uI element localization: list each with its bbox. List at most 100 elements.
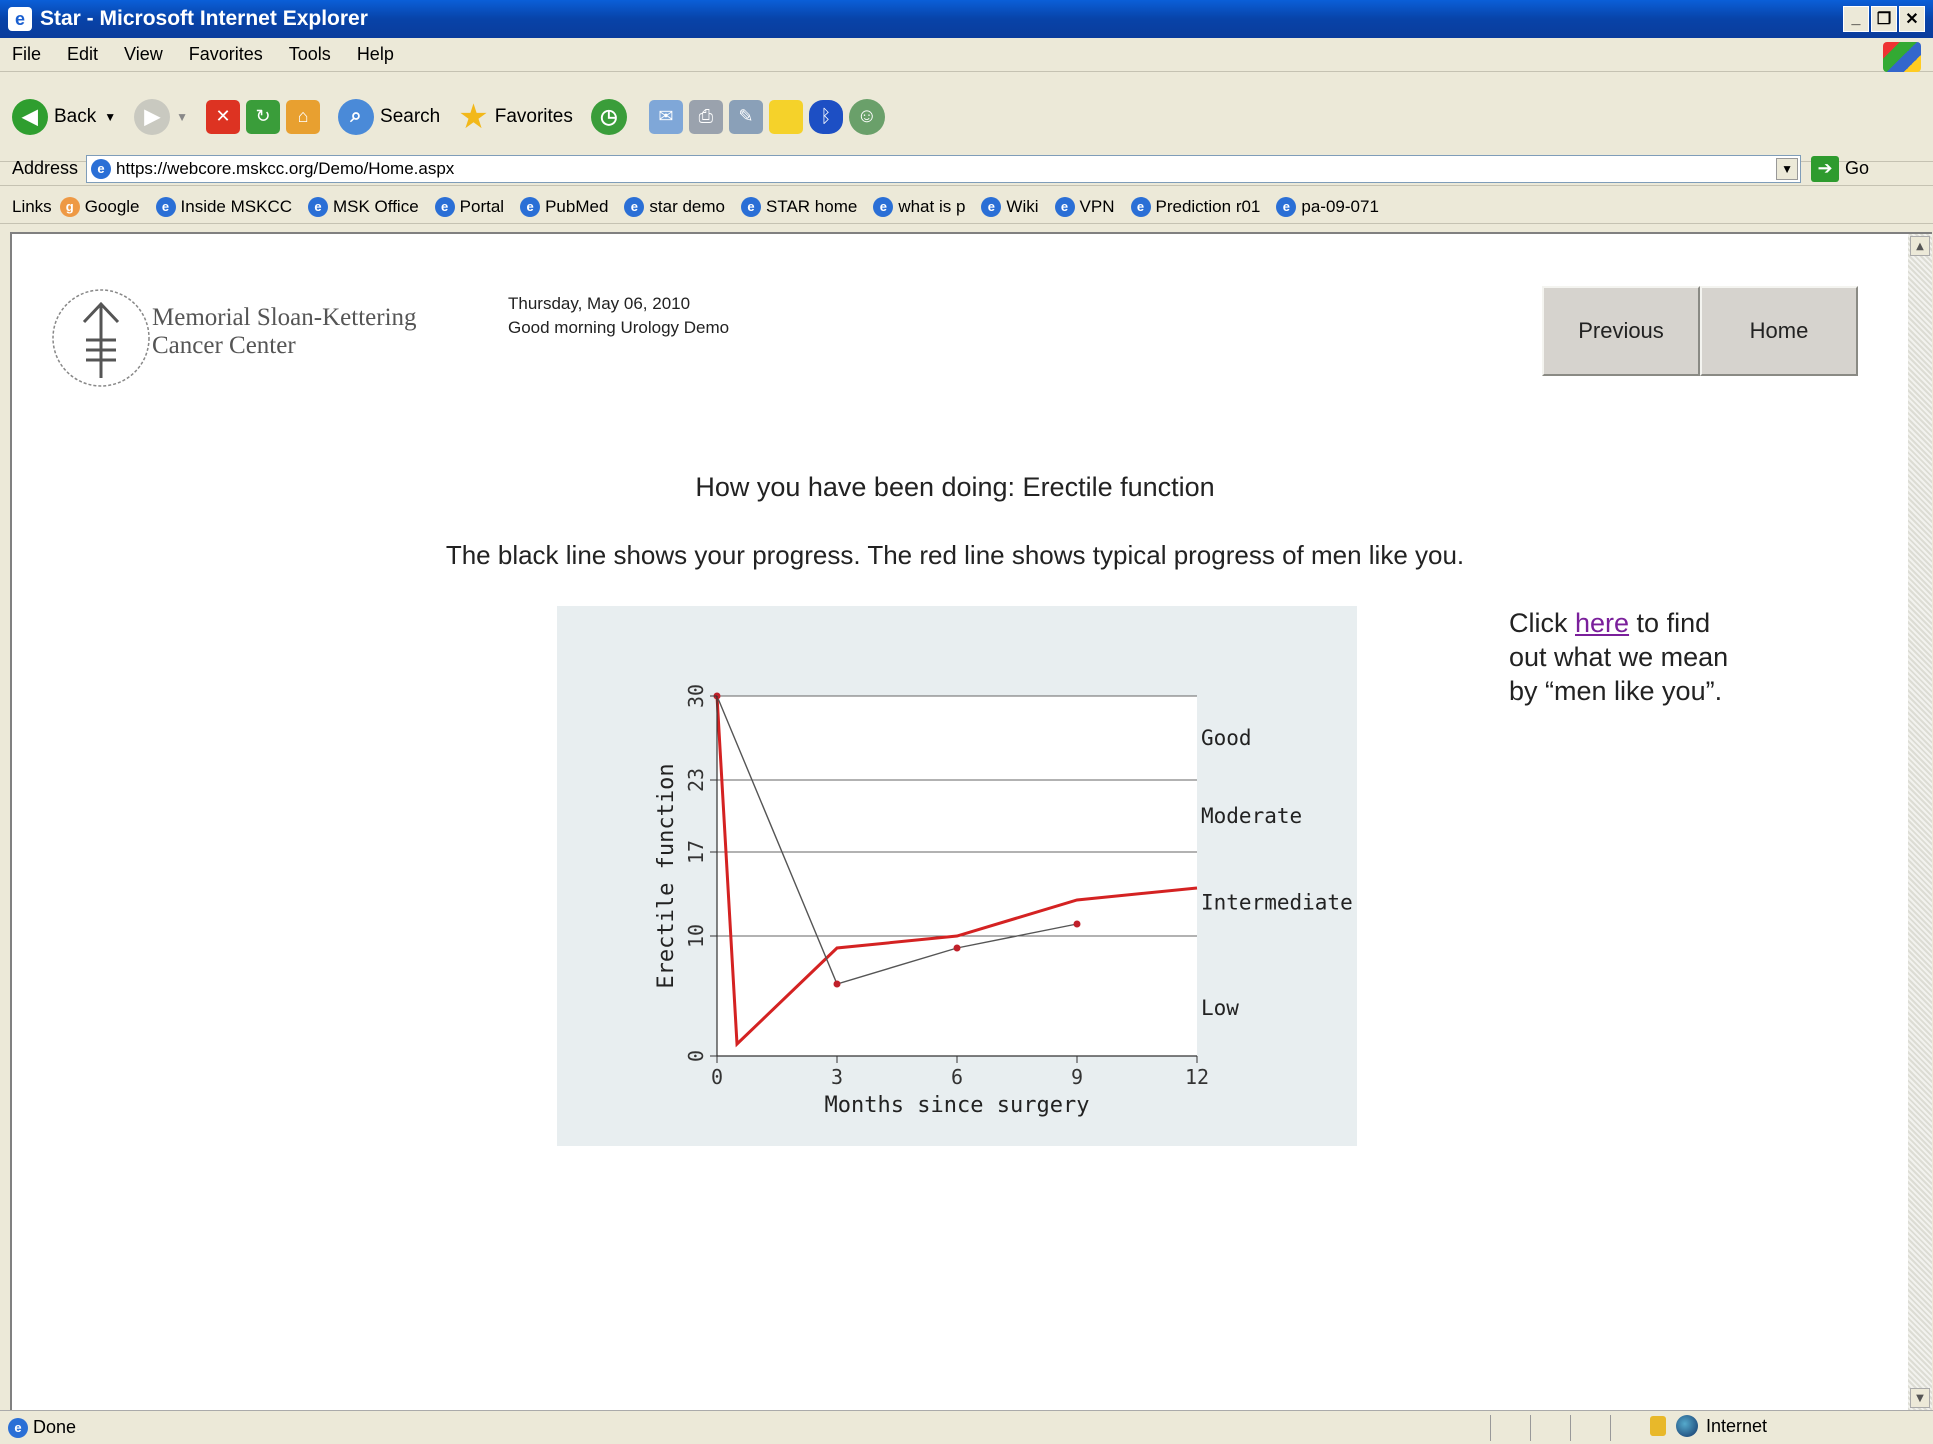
- chart-band-labels: Good Moderate Intermediate Low: [1201, 726, 1353, 1020]
- link-wiki[interactable]: e Wiki: [981, 196, 1039, 217]
- favorites-label: Favorites: [494, 105, 573, 127]
- link-pa-09-071[interactable]: e pa-09-071: [1276, 196, 1379, 217]
- mail-icon[interactable]: ✉: [648, 99, 683, 134]
- note-icon[interactable]: [768, 99, 803, 134]
- erectile-function-chart: Good Moderate Intermediate Low 0 3 6 9 12 0 10 17 2…: [654, 684, 1353, 1118]
- band-label: Good: [1201, 726, 1252, 750]
- link-label: Wiki: [1006, 196, 1039, 216]
- close-button[interactable]: ✕: [1899, 6, 1925, 32]
- here-link[interactable]: here: [1575, 608, 1629, 638]
- link-portal[interactable]: e Portal: [434, 196, 505, 217]
- chart-panel: Good Moderate Intermediate Low 0 3 6 9 12 0 10 17 2…: [557, 606, 1357, 1146]
- title-bar: e Star - Microsoft Internet Explorer _ ❐…: [0, 0, 1933, 38]
- plot-area: [717, 696, 1197, 1056]
- series-point: [1073, 920, 1081, 928]
- scroll-down-icon[interactable]: ▼: [1910, 1388, 1930, 1408]
- link-label: STAR home: [766, 196, 858, 216]
- home-icon[interactable]: ⌂: [286, 99, 321, 134]
- x-tick-label: 3: [831, 1065, 843, 1089]
- x-tick-label: 9: [1071, 1065, 1083, 1089]
- zone-label: Internet: [1706, 1415, 1768, 1436]
- links-label: Links: [12, 196, 52, 216]
- link-label: PubMed: [545, 196, 609, 216]
- y-axis-label: Erectile function: [654, 763, 679, 988]
- address-url: https://webcore.mskcc.org/Demo/Home.aspx: [116, 158, 455, 178]
- link-label: Inside MSKCC: [180, 196, 292, 216]
- go-button[interactable]: ➔ Go: [1811, 155, 1869, 182]
- forward-dropdown-icon[interactable]: ▼: [176, 110, 188, 124]
- link-label: Google: [84, 196, 140, 216]
- status-text: Done: [33, 1417, 77, 1437]
- menu-view[interactable]: View: [124, 44, 163, 65]
- link-inside-mskcc[interactable]: e Inside MSKCC: [155, 196, 292, 217]
- page-subtitle: The black line shows your progress. The …: [445, 540, 1465, 570]
- menu-help[interactable]: Help: [357, 44, 394, 65]
- window-controls: _ ❐ ✕: [1843, 6, 1925, 32]
- messenger-icon[interactable]: ☺: [848, 98, 885, 135]
- home-button[interactable]: Home: [1700, 286, 1858, 376]
- toolbar: ◀ Back ▼ ▶ ▼ ✕ ↻ ⌂ ⌕ Search ★ Favorites …: [0, 72, 1933, 162]
- y-tick-label: 0: [684, 1050, 708, 1062]
- band-label: Intermediate: [1201, 890, 1353, 914]
- x-tick-label: 6: [951, 1065, 963, 1089]
- address-input[interactable]: e https://webcore.mskcc.org/Demo/Home.as…: [86, 154, 1802, 183]
- link-vpn[interactable]: e VPN: [1054, 196, 1115, 217]
- menu-edit[interactable]: Edit: [67, 44, 98, 65]
- refresh-icon[interactable]: ↻: [246, 99, 281, 134]
- link-star-home[interactable]: e STAR home: [741, 196, 858, 217]
- ie-page-icon: e: [1276, 196, 1297, 217]
- address-dropdown-icon[interactable]: ▼: [1776, 157, 1799, 180]
- band-label: Low: [1201, 996, 1239, 1020]
- link-label: MSK Office: [333, 196, 419, 216]
- link-label: Portal: [459, 196, 505, 216]
- stop-icon[interactable]: ✕: [206, 99, 241, 134]
- vertical-scrollbar[interactable]: ▲ ▼: [1908, 234, 1932, 1410]
- minimize-button[interactable]: _: [1843, 6, 1869, 32]
- link-prediction-r01[interactable]: e Prediction r01: [1130, 196, 1261, 217]
- back-button[interactable]: ◀ Back ▼: [12, 98, 116, 135]
- menu-favorites[interactable]: Favorites: [189, 44, 263, 65]
- restore-button[interactable]: ❐: [1871, 6, 1897, 32]
- y-tick-label: 10: [684, 924, 708, 948]
- search-button[interactable]: ⌕ Search: [338, 98, 441, 135]
- ie-page-icon: e: [155, 196, 176, 217]
- search-label: Search: [380, 105, 441, 127]
- back-dropdown-icon[interactable]: ▼: [104, 110, 116, 124]
- y-tick-label: 23: [684, 768, 708, 792]
- forward-arrow-icon: ▶: [134, 98, 171, 135]
- print-icon[interactable]: ⎙: [688, 99, 723, 134]
- menu-tools[interactable]: Tools: [289, 44, 331, 65]
- status-cells: [1490, 1415, 1650, 1441]
- forward-button[interactable]: ▶ ▼: [134, 98, 188, 135]
- address-bar: Address e https://webcore.mskcc.org/Demo…: [0, 152, 1933, 186]
- link-star-demo[interactable]: e star demo: [624, 196, 725, 217]
- logo-text: Memorial Sloan-Kettering Cancer Center: [152, 304, 417, 360]
- previous-button[interactable]: Previous: [1542, 286, 1700, 376]
- history-icon[interactable]: ◷: [590, 98, 627, 135]
- menu-file[interactable]: File: [12, 44, 41, 65]
- edit-icon[interactable]: ✎: [728, 99, 763, 134]
- link-what-is-p[interactable]: e what is p: [873, 196, 966, 217]
- search-icon: ⌕: [338, 98, 375, 135]
- note-text-before: Click: [1509, 608, 1575, 638]
- logo-line-1: Memorial Sloan-Kettering: [152, 304, 417, 331]
- chart-grid: [717, 695, 1197, 1056]
- scroll-up-icon[interactable]: ▲: [1910, 236, 1930, 256]
- series-point: [953, 944, 961, 952]
- favorites-button[interactable]: ★ Favorites: [458, 97, 573, 137]
- address-label: Address: [12, 158, 79, 178]
- current-date: Thursday, May 06, 2010: [508, 294, 691, 313]
- window-title: Star - Microsoft Internet Explorer: [40, 7, 368, 30]
- ie-page-icon: e: [741, 196, 761, 217]
- status-bar: e Done Internet: [0, 1410, 1933, 1444]
- bluetooth-icon[interactable]: ᛒ: [808, 99, 843, 134]
- link-label: Prediction r01: [1155, 196, 1261, 216]
- link-msk-office[interactable]: e MSK Office: [308, 196, 419, 217]
- page-icon: e: [91, 158, 112, 179]
- link-label: what is p: [898, 196, 966, 216]
- ie-page-icon: e: [1130, 196, 1151, 217]
- go-arrow-icon: ➔: [1811, 155, 1840, 182]
- globe-icon: [1676, 1415, 1698, 1437]
- link-pubmed[interactable]: e PubMed: [520, 196, 609, 217]
- link-google[interactable]: g Google: [59, 196, 140, 217]
